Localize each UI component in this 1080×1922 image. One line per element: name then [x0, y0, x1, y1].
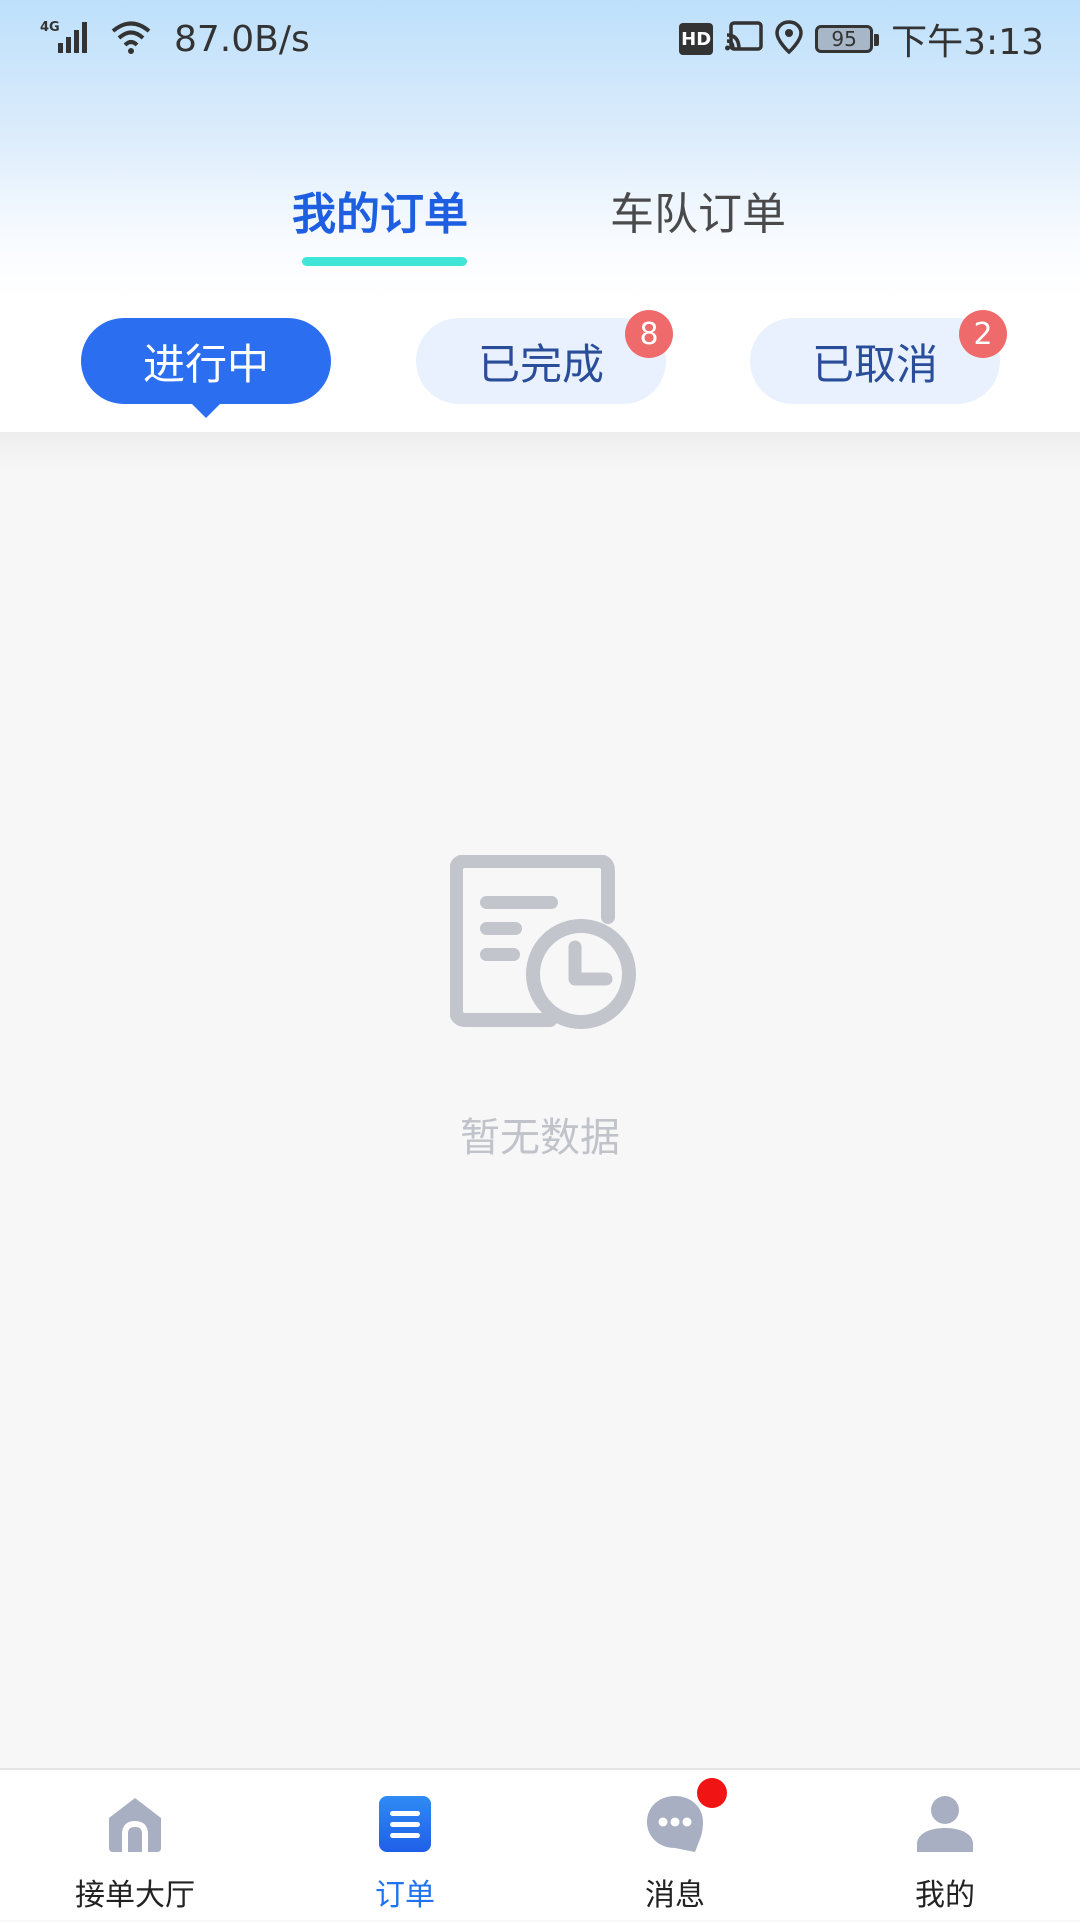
- completed-count-badge: 8: [625, 310, 673, 358]
- battery-level: 95: [831, 27, 857, 51]
- user-icon: [915, 1794, 975, 1854]
- filter-in-progress[interactable]: 进行中: [81, 318, 331, 404]
- nav-item-order-hall[interactable]: 接单大厅: [0, 1770, 270, 1922]
- nav-item-orders[interactable]: 订单: [270, 1770, 540, 1922]
- tab-fleet-orders[interactable]: 车队订单: [610, 178, 786, 240]
- battery-icon: 95: [815, 25, 880, 53]
- order-clock-icon: [449, 854, 636, 1030]
- cellular-signal-icon: 4G: [40, 17, 96, 61]
- status-left: 4G 87.0B/s: [40, 14, 310, 64]
- cast-icon: [725, 21, 763, 57]
- filter-bar-shadow: [0, 432, 1080, 472]
- nav-label-mine: 我的: [915, 1878, 975, 1913]
- tab-my-orders[interactable]: 我的订单: [292, 178, 468, 240]
- order-list-icon: [375, 1794, 435, 1854]
- nav-label-messages: 消息: [645, 1878, 705, 1913]
- home-icon: [105, 1794, 165, 1854]
- clock: 下午3:13: [891, 22, 1044, 63]
- cancelled-count-badge: 2: [959, 310, 1007, 358]
- empty-state-text: 暂无数据: [460, 1115, 620, 1161]
- status-right: HD 95 下午3:13: [679, 14, 1044, 64]
- wifi-icon: [110, 19, 152, 59]
- nav-label-orders: 订单: [375, 1878, 435, 1913]
- net-speed: 87.0B/s: [174, 18, 310, 60]
- tab-active-indicator: [302, 257, 467, 266]
- nav-item-messages[interactable]: 消息: [540, 1770, 810, 1922]
- nav-label-order-hall: 接单大厅: [75, 1878, 195, 1913]
- hd-badge: HD: [679, 23, 714, 55]
- bottom-nav: 接单大厅 订单 消息 我的: [0, 1768, 1080, 1920]
- filter-pointer: [190, 402, 222, 418]
- location-icon: [775, 20, 803, 58]
- message-notification-dot: [697, 1778, 727, 1808]
- status-bar: 4G 87.0B/s HD 95 下午3:13: [0, 0, 1080, 76]
- network-type-label: 4G: [40, 20, 60, 35]
- message-icon: [645, 1794, 705, 1854]
- nav-item-mine[interactable]: 我的: [810, 1770, 1080, 1922]
